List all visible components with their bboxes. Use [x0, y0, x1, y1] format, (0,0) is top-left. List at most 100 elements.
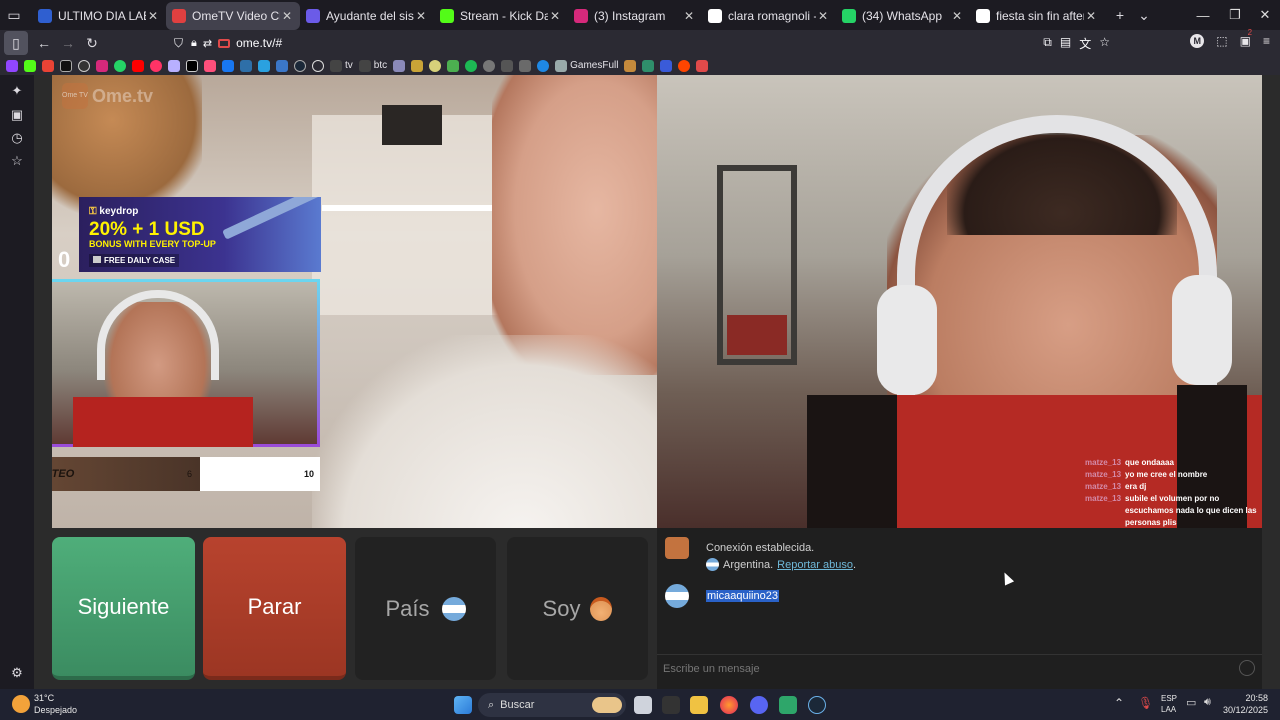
browser-tab[interactable]: clara romagnoli - Buscar co✕: [702, 2, 836, 30]
bookmark-shield-icon[interactable]: [168, 59, 180, 72]
bookmark-app-icon[interactable]: [240, 59, 252, 72]
bookmark-app-icon[interactable]: [642, 59, 655, 72]
maximize-icon[interactable]: ❐: [1218, 0, 1252, 30]
bookmark-reddit-icon[interactable]: [678, 59, 691, 72]
browser-tab[interactable]: ULTIMO DIA LABORAL , RE✕: [32, 2, 166, 30]
firefox-icon[interactable]: [720, 696, 738, 714]
bookmark-app-icon[interactable]: [393, 59, 406, 72]
tab-close-icon[interactable]: ✕: [146, 9, 160, 23]
emoji-picker-icon[interactable]: [1239, 660, 1255, 676]
bookmark-app-icon[interactable]: [501, 59, 514, 72]
bookmark-app-icon[interactable]: [537, 59, 550, 72]
camera-in-use-icon[interactable]: [218, 38, 231, 48]
url-text[interactable]: ome.tv/#: [236, 36, 282, 50]
sidebar-settings-icon[interactable]: ⚙: [9, 665, 25, 681]
weather-icon[interactable]: [12, 695, 30, 713]
bookmark-app-icon[interactable]: [519, 59, 532, 72]
browser-tab[interactable]: (34) WhatsApp ✕: [836, 2, 970, 30]
bookmark-music-icon[interactable]: [204, 59, 216, 72]
task-view-icon[interactable]: [634, 696, 652, 714]
partner-name[interactable]: micaaquiino23: [706, 590, 779, 602]
bookmark-instagram-icon[interactable]: [96, 59, 108, 72]
bookmarks-icon[interactable]: ☆: [9, 153, 25, 169]
bookmark-app-icon[interactable]: [276, 59, 288, 72]
bookmark-youtube-icon[interactable]: [132, 59, 144, 72]
browser-tab[interactable]: fiesta sin fin after monte g✕: [970, 2, 1104, 30]
bookmark-app-icon[interactable]: [429, 59, 442, 72]
bookmark-globe-icon[interactable]: [312, 59, 324, 72]
country-button[interactable]: País: [355, 537, 496, 680]
bookmark-trophy-icon[interactable]: [411, 59, 424, 72]
file-explorer-icon[interactable]: [690, 696, 708, 714]
discord-icon[interactable]: [750, 696, 768, 714]
weather-desc[interactable]: Despejado: [34, 705, 77, 715]
tab-close-icon[interactable]: ✕: [280, 9, 294, 23]
gender-button[interactable]: Soy: [507, 537, 648, 680]
windows-start-icon[interactable]: [454, 696, 472, 714]
volume-icon[interactable]: 🔊︎: [1204, 696, 1211, 709]
reload-icon[interactable]: ↻: [80, 31, 104, 55]
menu-icon[interactable]: ≡: [1263, 34, 1270, 48]
extensions-icon[interactable]: ⬚: [1216, 34, 1227, 48]
bookmark-btc[interactable]: btc: [358, 59, 387, 72]
tab-close-icon[interactable]: ✕: [414, 9, 428, 23]
lang-code[interactable]: ESP: [1161, 694, 1177, 703]
stop-button[interactable]: Parar: [203, 537, 346, 680]
bookmark-twitch-icon[interactable]: [6, 59, 18, 72]
weather-temp[interactable]: 31°C: [34, 693, 54, 703]
bookmark-app-icon[interactable]: [660, 59, 673, 72]
sidebar-toggle-icon[interactable]: ▯: [4, 31, 28, 55]
tab-close-icon[interactable]: ✕: [548, 9, 562, 23]
bookmark-star-icon[interactable]: ☆: [1099, 35, 1110, 52]
forward-icon[interactable]: →: [56, 31, 80, 55]
bookmark-facebook-icon[interactable]: [222, 59, 234, 72]
tray-chevron-icon[interactable]: ⌃: [1114, 696, 1124, 710]
url-bar[interactable]: ⛉ 🔒︎ ⇄ ome.tv/# ⧉ ▤ 文 ☆: [174, 33, 1110, 53]
bookmark-x-icon[interactable]: [186, 59, 198, 72]
bookmark-app-icon[interactable]: [696, 59, 709, 72]
browser-tab[interactable]: OmeTV Video Chat —✕: [166, 1, 300, 30]
ai-chat-icon[interactable]: ✦: [9, 83, 25, 99]
bookmark-app-icon[interactable]: [624, 59, 637, 72]
new-tab-icon[interactable]: +: [1108, 3, 1132, 27]
history-icon[interactable]: ◷: [9, 130, 25, 146]
clock-time[interactable]: 20:58: [1245, 693, 1268, 703]
chat-message-input[interactable]: [663, 658, 1223, 680]
bookmark-whatsapp-icon[interactable]: [114, 59, 126, 72]
extension-badge-icon[interactable]: ▣ 2: [1240, 28, 1252, 48]
tab-overview-icon[interactable]: ▭: [2, 3, 26, 27]
report-abuse-link[interactable]: Reportar abuso: [777, 559, 853, 571]
steam-icon[interactable]: [808, 696, 826, 714]
bookmark-app-icon[interactable]: [78, 59, 90, 72]
browser-tab[interactable]: Stream - Kick Dashboa✕: [434, 2, 568, 30]
bookmark-app-icon[interactable]: [483, 59, 496, 72]
back-icon[interactable]: ←: [32, 31, 56, 55]
taskbar-app-icon[interactable]: [662, 696, 680, 714]
bookmark-gmail-icon[interactable]: [42, 59, 54, 72]
clock-date[interactable]: 30/12/2025: [1223, 705, 1268, 715]
permissions-icon[interactable]: ⇄: [203, 37, 212, 50]
bookmark-windows-icon[interactable]: [258, 59, 270, 72]
bookmark-app-icon[interactable]: [447, 59, 460, 72]
bookmark-kick-icon[interactable]: [24, 59, 36, 72]
screenshot-icon[interactable]: ⧉: [1043, 35, 1052, 52]
lock-icon[interactable]: 🔒︎: [191, 37, 197, 50]
network-icon[interactable]: ▭: [1186, 696, 1196, 709]
reader-view-icon[interactable]: ▤: [1060, 35, 1071, 52]
bookmark-tiktok-icon[interactable]: [60, 59, 72, 72]
bookmark-tv[interactable]: tv: [330, 59, 353, 72]
bookmark-steam-icon[interactable]: [294, 59, 306, 72]
translate-icon[interactable]: 文: [1079, 35, 1091, 52]
tab-close-icon[interactable]: ✕: [816, 9, 830, 23]
next-button[interactable]: Siguiente: [52, 537, 195, 680]
bookmark-app-icon[interactable]: [150, 59, 162, 72]
bookmark-gamesfull[interactable]: GamesFull: [555, 59, 618, 72]
tab-close-icon[interactable]: ✕: [950, 9, 964, 23]
taskbar-app-green-icon[interactable]: [779, 696, 797, 714]
taskbar-search[interactable]: ⌕ Buscar: [478, 693, 626, 717]
shield-icon[interactable]: ⛉: [174, 36, 183, 51]
minimize-icon[interactable]: —: [1186, 0, 1220, 30]
browser-tab[interactable]: Ayudante del sistema de D✕: [300, 2, 434, 30]
close-window-icon[interactable]: ✕: [1248, 0, 1280, 30]
browser-tab[interactable]: (3) Instagram ✕: [568, 2, 702, 30]
